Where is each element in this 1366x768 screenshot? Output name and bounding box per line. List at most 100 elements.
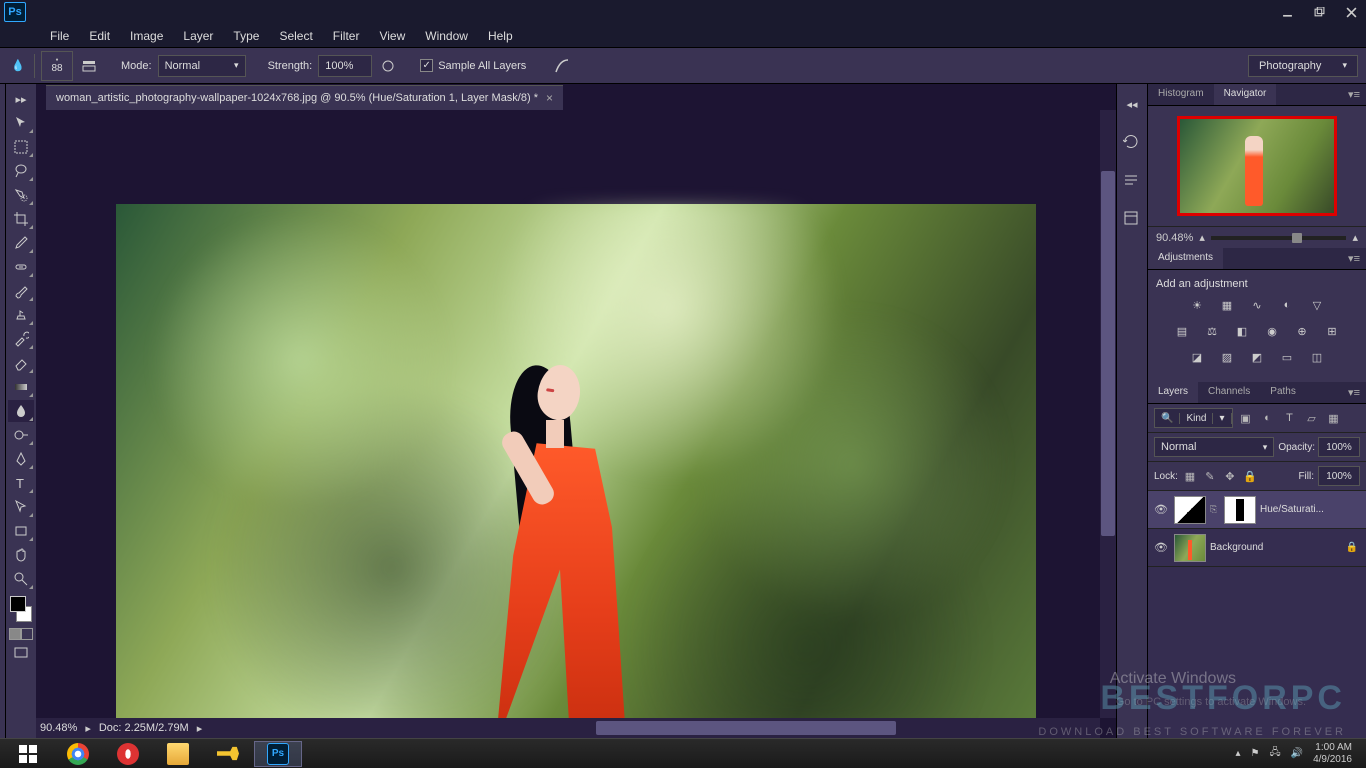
zoom-tool[interactable] xyxy=(8,568,34,590)
move-tool[interactable] xyxy=(8,112,34,134)
eraser-tool[interactable] xyxy=(8,352,34,374)
tab-channels[interactable]: Channels xyxy=(1198,382,1260,403)
menu-select[interactable]: Select xyxy=(269,25,322,47)
sample-all-layers-checkbox[interactable]: Sample All Layers xyxy=(420,59,526,72)
tab-layers[interactable]: Layers xyxy=(1148,382,1198,403)
tool-preset-icon[interactable]: 💧 xyxy=(8,56,28,76)
foreground-color-swatch[interactable] xyxy=(10,596,26,612)
hue-sat-icon[interactable]: ▤ xyxy=(1172,322,1192,340)
filter-pixel-icon[interactable]: ▣ xyxy=(1237,409,1255,427)
zoom-in-icon[interactable]: ▴ xyxy=(1352,231,1358,244)
menu-edit[interactable]: Edit xyxy=(79,25,120,47)
healing-brush-tool[interactable] xyxy=(8,256,34,278)
close-button[interactable] xyxy=(1336,1,1366,23)
navigator-panel[interactable] xyxy=(1148,106,1366,226)
curves-icon[interactable]: ∿ xyxy=(1247,296,1267,314)
tray-volume-icon[interactable]: 🔊 xyxy=(1291,748,1303,759)
visibility-toggle-icon[interactable]: 👁 xyxy=(1152,503,1170,516)
layer-thumbnail[interactable] xyxy=(1174,534,1206,562)
menu-type[interactable]: Type xyxy=(223,25,269,47)
dodge-tool[interactable] xyxy=(8,424,34,446)
restore-button[interactable] xyxy=(1304,1,1334,23)
blur-tool[interactable] xyxy=(8,400,34,422)
panel-menu-icon[interactable]: ▾≡ xyxy=(1342,382,1366,403)
tab-paths[interactable]: Paths xyxy=(1260,382,1306,403)
rectangle-tool[interactable] xyxy=(8,520,34,542)
screen-mode-toggle[interactable] xyxy=(8,642,34,664)
hand-tool[interactable] xyxy=(8,544,34,566)
visibility-toggle-icon[interactable]: 👁 xyxy=(1152,541,1170,554)
document-canvas[interactable] xyxy=(116,204,1036,724)
filter-type-icon[interactable]: T xyxy=(1281,409,1299,427)
filter-smart-icon[interactable]: ▦ xyxy=(1325,409,1343,427)
filter-shape-icon[interactable]: ▱ xyxy=(1303,409,1321,427)
brush-tool[interactable] xyxy=(8,280,34,302)
zoom-readout[interactable]: 90.48% xyxy=(40,722,77,734)
brush-preset-picker[interactable]: ● 88 xyxy=(41,51,73,81)
layer-blend-mode-select[interactable]: Normal xyxy=(1154,437,1274,457)
status-chevron-icon[interactable]: ▸ xyxy=(197,722,203,735)
filter-adjust-icon[interactable]: ◐ xyxy=(1259,409,1277,427)
levels-icon[interactable]: ▦ xyxy=(1217,296,1237,314)
history-panel-icon[interactable] xyxy=(1120,132,1144,152)
color-swatches[interactable] xyxy=(8,596,34,622)
minimize-button[interactable] xyxy=(1272,1,1302,23)
taskbar-opera[interactable] xyxy=(104,741,152,767)
color-balance-icon[interactable]: ⚖ xyxy=(1202,322,1222,340)
threshold-icon[interactable]: ◩ xyxy=(1247,348,1267,366)
color-lookup-icon[interactable]: ⊞ xyxy=(1322,322,1342,340)
workspace-select[interactable]: Photography xyxy=(1248,55,1358,77)
brush-panel-icon[interactable] xyxy=(79,56,99,76)
photo-filter-icon[interactable]: ◉ xyxy=(1262,322,1282,340)
tablet-pressure-icon[interactable] xyxy=(552,56,572,76)
document-tab[interactable]: woman_artistic_photography-wallpaper-102… xyxy=(46,85,563,110)
blend-mode-select[interactable]: Normal xyxy=(158,55,246,77)
vibrance-icon[interactable]: ▽ xyxy=(1307,296,1327,314)
tray-clock[interactable]: 1:00 AM4/9/2016 xyxy=(1313,742,1352,766)
doc-size-readout[interactable]: Doc: 2.25M/2.79M xyxy=(99,722,189,734)
posterize-icon[interactable]: ▨ xyxy=(1217,348,1237,366)
layer-name[interactable]: Hue/Saturati... xyxy=(1260,504,1362,515)
panel-menu-icon[interactable]: ▾≡ xyxy=(1342,84,1366,105)
taskbar-chrome[interactable] xyxy=(54,741,102,767)
menu-help[interactable]: Help xyxy=(478,25,523,47)
menu-file[interactable]: File xyxy=(40,25,79,47)
tab-histogram[interactable]: Histogram xyxy=(1148,84,1214,105)
type-tool[interactable]: T xyxy=(8,472,34,494)
lock-pixels-icon[interactable]: ✎ xyxy=(1202,468,1218,484)
brightness-contrast-icon[interactable]: ☀ xyxy=(1187,296,1207,314)
lasso-tool[interactable] xyxy=(8,160,34,182)
layer-row[interactable]: 👁 ⎘ Hue/Saturati... xyxy=(1148,491,1366,529)
menu-view[interactable]: View xyxy=(369,25,415,47)
crop-tool[interactable] xyxy=(8,208,34,230)
vertical-scrollbar[interactable] xyxy=(1100,110,1116,718)
taskbar-photoshop[interactable]: Ps xyxy=(254,741,302,767)
quick-mask-toggle[interactable] xyxy=(8,628,34,640)
menu-layer[interactable]: Layer xyxy=(173,25,223,47)
start-button[interactable] xyxy=(4,741,52,767)
channel-mixer-icon[interactable]: ⊕ xyxy=(1292,322,1312,340)
tray-action-center-icon[interactable]: ⚑ xyxy=(1250,748,1259,759)
zoom-out-icon[interactable]: ▴ xyxy=(1199,231,1205,244)
actions-panel-icon[interactable] xyxy=(1120,170,1144,190)
layer-mask-thumbnail[interactable] xyxy=(1224,496,1256,524)
lock-position-icon[interactable]: ✥ xyxy=(1222,468,1238,484)
taskbar-keys[interactable] xyxy=(204,741,252,767)
eyedropper-tool[interactable] xyxy=(8,232,34,254)
layer-thumbnail[interactable] xyxy=(1174,496,1206,524)
tray-network-icon[interactable]: 🖧 xyxy=(1269,745,1280,762)
lock-transparent-icon[interactable]: ▦ xyxy=(1182,468,1198,484)
pen-tool[interactable] xyxy=(8,448,34,470)
strength-input[interactable]: 100% xyxy=(318,55,372,77)
system-tray[interactable]: ▴ ⚑ 🖧 🔊 1:00 AM4/9/2016 xyxy=(1235,742,1362,766)
bw-icon[interactable]: ◧ xyxy=(1232,322,1252,340)
gradient-tool[interactable] xyxy=(8,376,34,398)
selective-color-icon[interactable]: ◫ xyxy=(1307,348,1327,366)
canvas-area[interactable]: 90.48% ▸ Doc: 2.25M/2.79M ▸ xyxy=(36,110,1116,738)
fill-input[interactable]: 100% xyxy=(1318,466,1360,486)
navigator-zoom-value[interactable]: 90.48% xyxy=(1156,232,1193,244)
exposure-icon[interactable]: ◐ xyxy=(1277,296,1297,314)
tab-adjustments[interactable]: Adjustments xyxy=(1148,248,1223,269)
tab-navigator[interactable]: Navigator xyxy=(1214,84,1277,105)
pressure-icon[interactable] xyxy=(378,56,398,76)
